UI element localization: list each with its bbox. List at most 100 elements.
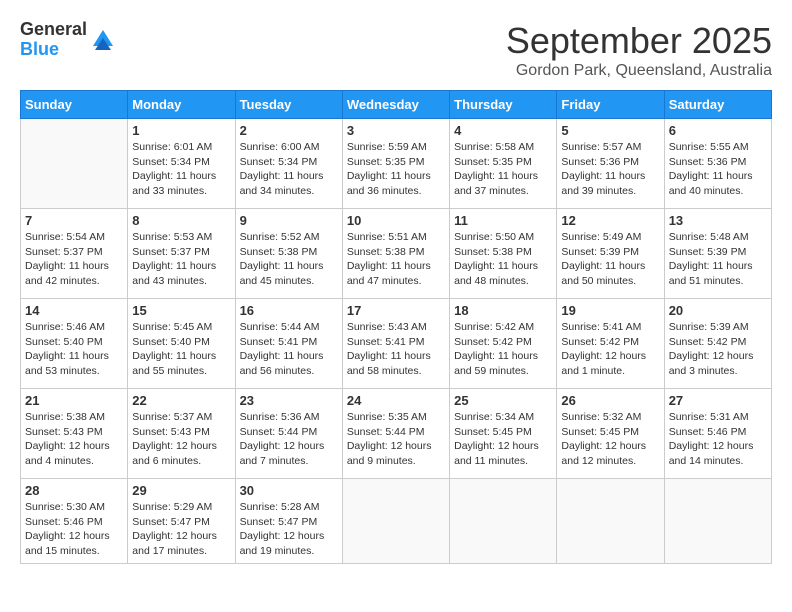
day-number: 18 [454,303,552,318]
day-info: Sunrise: 5:42 AM Sunset: 5:42 PM Dayligh… [454,320,552,379]
weekday-header-row: SundayMondayTuesdayWednesdayThursdayFrid… [21,91,772,119]
calendar-cell: 2Sunrise: 6:00 AM Sunset: 5:34 PM Daylig… [235,119,342,209]
day-info: Sunrise: 5:46 AM Sunset: 5:40 PM Dayligh… [25,320,123,379]
calendar-cell: 30 Sunrise: 5:28 AM Sunset: 5:47 PM Dayli… [235,479,342,564]
calendar-cell: 15 Sunrise: 5:45 AM Sunset: 5:40 PM Dayli… [128,299,235,389]
day-info: Sunrise: 5:52 AM Sunset: 5:38 PM Dayligh… [240,230,338,289]
day-number: 25 [454,393,552,408]
day-info: Sunrise: 5:53 AM Sunset: 5:37 PM Dayligh… [132,230,230,289]
day-number: 17 [347,303,445,318]
weekday-header-sunday: Sunday [21,91,128,119]
calendar-cell: 7Sunrise: 5:54 AM Sunset: 5:37 PM Daylig… [21,209,128,299]
calendar-cell: 28 Sunrise: 5:30 AM Sunset: 5:46 PM Dayli… [21,479,128,564]
day-number: 28 [25,483,123,498]
calendar-cell: 20 Sunrise: 5:39 AM Sunset: 5:42 PM Dayli… [664,299,771,389]
calendar-cell: 25 Sunrise: 5:34 AM Sunset: 5:45 PM Dayli… [450,389,557,479]
day-number: 2 [240,123,338,138]
day-number: 16 [240,303,338,318]
calendar-cell: 29Sunrise: 5:29 AM Sunset: 5:47 PM Dayli… [128,479,235,564]
day-info: Sunrise: 5:49 AM Sunset: 5:39 PM Dayligh… [561,230,659,289]
day-info: Sunrise: 5:28 AM Sunset: 5:47 PM Dayligh… [240,500,338,559]
month-title: September 2025 [506,20,772,62]
day-info: Sunrise: 5:57 AM Sunset: 5:36 PM Dayligh… [561,140,659,199]
day-number: 24 [347,393,445,408]
calendar-table: SundayMondayTuesdayWednesdayThursdayFrid… [20,90,772,564]
day-number: 14 [25,303,123,318]
logo-blue-text: Blue [20,40,87,60]
page-header: General Blue September 2025 Gordon Park,… [20,20,772,80]
weekday-header-friday: Friday [557,91,664,119]
day-info: Sunrise: 5:45 AM Sunset: 5:40 PM Dayligh… [132,320,230,379]
day-info: Sunrise: 5:34 AM Sunset: 5:45 PM Dayligh… [454,410,552,469]
day-number: 22 [132,393,230,408]
title-section: September 2025 Gordon Park, Queensland, … [506,20,772,80]
week-row-1: 1 Sunrise: 6:01 AM Sunset: 5:34 PM Daylig… [21,119,772,209]
day-info: Sunrise: 6:01 AM Sunset: 5:34 PM Dayligh… [132,140,230,199]
day-number: 26 [561,393,659,408]
day-info: Sunrise: 5:51 AM Sunset: 5:38 PM Dayligh… [347,230,445,289]
calendar-cell: 18 Sunrise: 5:42 AM Sunset: 5:42 PM Dayli… [450,299,557,389]
calendar-cell: 26 Sunrise: 5:32 AM Sunset: 5:45 PM Dayli… [557,389,664,479]
calendar-cell [664,479,771,564]
calendar-cell: 6 Sunrise: 5:55 AM Sunset: 5:36 PM Daylig… [664,119,771,209]
day-number: 5 [561,123,659,138]
week-row-4: 21 Sunrise: 5:38 AM Sunset: 5:43 PM Dayli… [21,389,772,479]
day-info: Sunrise: 5:30 AM Sunset: 5:46 PM Dayligh… [25,500,123,559]
day-number: 4 [454,123,552,138]
location-subtitle: Gordon Park, Queensland, Australia [506,62,772,80]
day-number: 15 [132,303,230,318]
calendar-cell: 8 Sunrise: 5:53 AM Sunset: 5:37 PM Daylig… [128,209,235,299]
day-number: 30 [240,483,338,498]
day-number: 6 [669,123,767,138]
day-number: 13 [669,213,767,228]
day-info: Sunrise: 5:44 AM Sunset: 5:41 PM Dayligh… [240,320,338,379]
day-number: 10 [347,213,445,228]
calendar-cell: 1 Sunrise: 6:01 AM Sunset: 5:34 PM Daylig… [128,119,235,209]
calendar-cell [21,119,128,209]
calendar-cell: 21 Sunrise: 5:38 AM Sunset: 5:43 PM Dayli… [21,389,128,479]
calendar-cell: 10 Sunrise: 5:51 AM Sunset: 5:38 PM Dayli… [342,209,449,299]
calendar-cell: 5 Sunrise: 5:57 AM Sunset: 5:36 PM Daylig… [557,119,664,209]
day-info: Sunrise: 5:50 AM Sunset: 5:38 PM Dayligh… [454,230,552,289]
day-number: 3 [347,123,445,138]
logo: General Blue [20,20,117,60]
weekday-header-tuesday: Tuesday [235,91,342,119]
day-number: 8 [132,213,230,228]
calendar-cell: 11 Sunrise: 5:50 AM Sunset: 5:38 PM Dayli… [450,209,557,299]
calendar-cell: 19Sunrise: 5:41 AM Sunset: 5:42 PM Dayli… [557,299,664,389]
calendar-cell: 24 Sunrise: 5:35 AM Sunset: 5:44 PM Dayli… [342,389,449,479]
day-info: Sunrise: 5:55 AM Sunset: 5:36 PM Dayligh… [669,140,767,199]
calendar-cell: 17 Sunrise: 5:43 AM Sunset: 5:41 PM Dayli… [342,299,449,389]
calendar-cell: 14 Sunrise: 5:46 AM Sunset: 5:40 PM Dayli… [21,299,128,389]
day-number: 12 [561,213,659,228]
day-number: 20 [669,303,767,318]
day-info: Sunrise: 5:37 AM Sunset: 5:43 PM Dayligh… [132,410,230,469]
calendar-cell: 23Sunrise: 5:36 AM Sunset: 5:44 PM Dayli… [235,389,342,479]
weekday-header-wednesday: Wednesday [342,91,449,119]
day-number: 11 [454,213,552,228]
week-row-2: 7Sunrise: 5:54 AM Sunset: 5:37 PM Daylig… [21,209,772,299]
calendar-cell: 4Sunrise: 5:58 AM Sunset: 5:35 PM Daylig… [450,119,557,209]
calendar-cell: 13Sunrise: 5:48 AM Sunset: 5:39 PM Dayli… [664,209,771,299]
day-number: 21 [25,393,123,408]
day-number: 9 [240,213,338,228]
calendar-cell: 22 Sunrise: 5:37 AM Sunset: 5:43 PM Dayli… [128,389,235,479]
weekday-header-thursday: Thursday [450,91,557,119]
logo-general-text: General [20,20,87,40]
calendar-cell [450,479,557,564]
day-info: Sunrise: 5:54 AM Sunset: 5:37 PM Dayligh… [25,230,123,289]
day-number: 29 [132,483,230,498]
calendar-cell: 27Sunrise: 5:31 AM Sunset: 5:46 PM Dayli… [664,389,771,479]
calendar-cell [342,479,449,564]
day-number: 27 [669,393,767,408]
day-info: Sunrise: 5:59 AM Sunset: 5:35 PM Dayligh… [347,140,445,199]
day-info: Sunrise: 5:38 AM Sunset: 5:43 PM Dayligh… [25,410,123,469]
calendar-cell [557,479,664,564]
day-info: Sunrise: 5:39 AM Sunset: 5:42 PM Dayligh… [669,320,767,379]
day-info: Sunrise: 5:32 AM Sunset: 5:45 PM Dayligh… [561,410,659,469]
day-number: 23 [240,393,338,408]
calendar-cell: 16 Sunrise: 5:44 AM Sunset: 5:41 PM Dayli… [235,299,342,389]
day-info: Sunrise: 5:43 AM Sunset: 5:41 PM Dayligh… [347,320,445,379]
day-number: 1 [132,123,230,138]
day-info: Sunrise: 5:35 AM Sunset: 5:44 PM Dayligh… [347,410,445,469]
